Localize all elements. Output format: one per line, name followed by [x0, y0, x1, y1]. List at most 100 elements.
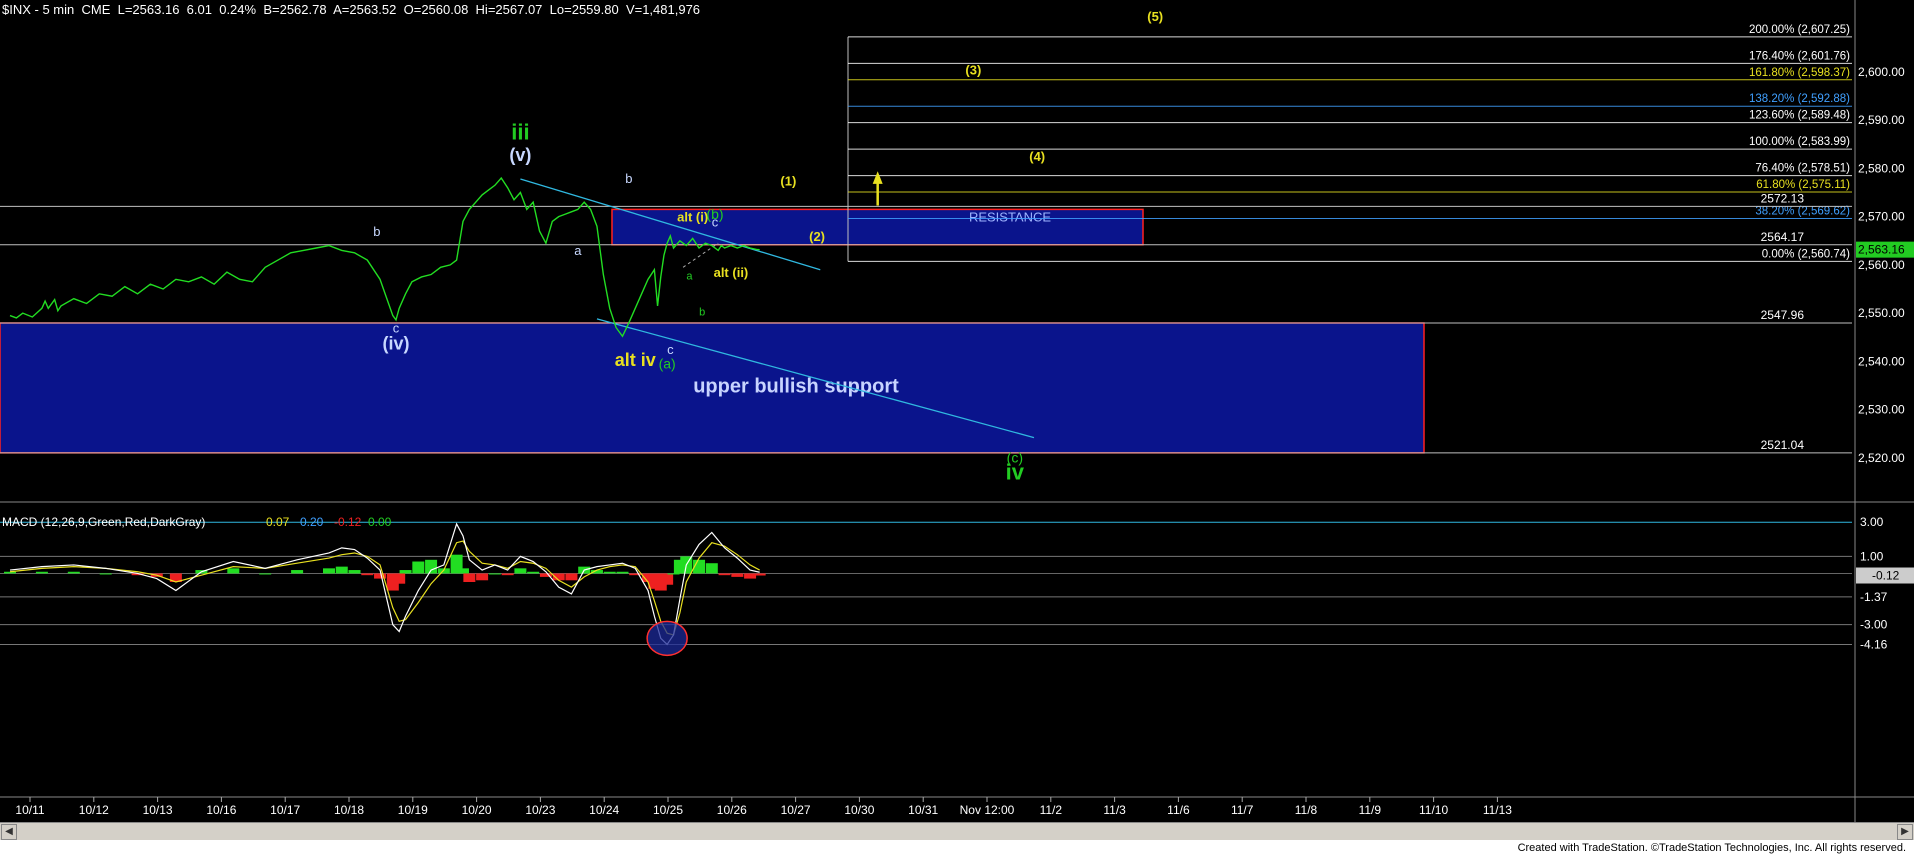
- fib-level-label: 200.00% (2,607.25): [1749, 24, 1850, 36]
- x-axis-tick-label: 10/18: [334, 803, 364, 817]
- x-axis-tick-label: 10/17: [270, 803, 300, 817]
- price-axis-tick: 2,550.00: [1858, 306, 1905, 320]
- x-axis-tick-label: 10/23: [525, 803, 555, 817]
- macd-histogram-bar: [463, 573, 476, 582]
- x-axis-tick-label: 11/13: [1483, 803, 1512, 817]
- fib-level-label: 76.40% (2,578.51): [1755, 163, 1850, 175]
- wave-label: (4): [1029, 149, 1045, 164]
- x-axis-tick-label: 11/8: [1295, 803, 1318, 817]
- horizontal-level-label: 2564.17: [1761, 230, 1805, 244]
- macd-histogram-bar: [501, 573, 514, 576]
- scroll-right-arrow-icon[interactable]: ▶: [1897, 824, 1913, 840]
- wave-label: (5): [1147, 9, 1163, 24]
- wave-label: (b): [706, 206, 723, 222]
- fib-level-label: 176.40% (2,601.76): [1749, 50, 1850, 62]
- high-price: Hi=2567.07: [475, 2, 543, 17]
- horizontal-scrollbar[interactable]: ◀ ▶: [0, 822, 1914, 841]
- wave-label: alt (i): [677, 209, 708, 224]
- wave-label: b: [699, 307, 705, 319]
- x-axis-tick-label: 11/6: [1167, 803, 1190, 817]
- x-axis-tick-label: 10/20: [462, 803, 492, 817]
- price-axis-tick: 2,560.00: [1858, 258, 1905, 272]
- x-axis-tick-label: Nov 12:00: [960, 803, 1015, 817]
- last-price: L=2563.16: [117, 2, 180, 17]
- macd-histogram-bar: [399, 570, 412, 574]
- x-axis-tick-label: 10/24: [589, 803, 619, 817]
- x-axis-tick-label: 10/26: [717, 803, 747, 817]
- chart-canvas[interactable]: RESISTANCE upper bullish support 200.00% (…: [0, 0, 1914, 822]
- price-axis-tick: 2,540.00: [1858, 354, 1905, 368]
- wave-label: iv: [1006, 460, 1025, 485]
- macd-axis-tick: -1.37: [1860, 590, 1888, 604]
- price-axis-tick: 2,600.00: [1858, 65, 1905, 79]
- macd-histogram-bar: [259, 573, 272, 575]
- x-axis-tick-label: 11/9: [1359, 803, 1382, 817]
- macd-histogram-bar: [603, 571, 616, 574]
- horizontal-level-label: 2547.96: [1761, 308, 1805, 322]
- macd-histogram-bar: [99, 573, 112, 575]
- macd-histogram-bar: [227, 568, 240, 574]
- macd-legend-value: -0.12: [334, 515, 362, 529]
- low-price: Lo=2559.80: [549, 2, 619, 17]
- scroll-left-arrow-icon[interactable]: ◀: [1, 824, 17, 840]
- macd-legend-value: 0.07: [266, 515, 290, 529]
- x-axis-tick-label: 10/30: [844, 803, 874, 817]
- chart-root: RESISTANCE upper bullish support 200.00% (…: [0, 0, 1914, 856]
- macd-legend-value: 0.00: [368, 515, 392, 529]
- wave-label: (v): [509, 145, 531, 165]
- x-axis-tick-label: 10/11: [15, 803, 44, 817]
- x-axis-tick-label: 11/3: [1103, 803, 1126, 817]
- zone-label-support: upper bullish support: [693, 376, 899, 398]
- volume: V=1,481,976: [625, 2, 701, 17]
- x-axis-tick-label: 10/16: [206, 803, 236, 817]
- price-axis-tick: 2,520.00: [1858, 451, 1905, 465]
- x-axis-tick-label: 10/31: [908, 803, 938, 817]
- fib-level-label: 161.80% (2,598.37): [1749, 67, 1850, 79]
- x-axis-tick-label: 11/7: [1231, 803, 1254, 817]
- macd-histogram-bar: [514, 568, 527, 574]
- macd-histogram-bar: [616, 571, 629, 574]
- x-axis-tick-label: 10/27: [781, 803, 811, 817]
- macd-histogram-bar: [348, 570, 361, 574]
- symbol-header: $INX - 5 min CME L=2563.16 6.01 0.24% B=…: [2, 2, 700, 17]
- last-price-tag-text: 2,563.16: [1858, 243, 1905, 257]
- macd-histogram-bar: [488, 573, 501, 575]
- credit-text: Created with TradeStation. ©TradeStation…: [1517, 842, 1906, 854]
- wave-label: (3): [965, 62, 981, 77]
- symbol-name: $INX - 5 min: [2, 2, 75, 17]
- x-axis-tick-label: 11/2: [1040, 803, 1063, 817]
- macd-histogram-bar: [667, 573, 680, 575]
- macd-histogram-bar: [661, 573, 674, 585]
- x-axis-tick-label: 10/19: [398, 803, 428, 817]
- x-axis-tick-label: 10/25: [653, 803, 683, 817]
- fib-level-label: 138.20% (2,592.88): [1749, 93, 1850, 105]
- macd-histogram-bar: [731, 573, 744, 577]
- wave-label: b: [373, 224, 380, 239]
- open-price: O=2560.08: [403, 2, 469, 17]
- macd-histogram-bar: [291, 570, 304, 574]
- wave-label: a: [574, 243, 582, 258]
- macd-histogram-bar: [753, 573, 766, 576]
- fib-level-label: 123.60% (2,589.48): [1749, 110, 1850, 122]
- horizontal-level-label: 2521.04: [1761, 438, 1805, 452]
- macd-histogram-bar: [425, 559, 438, 574]
- macd-histogram-bar: [718, 573, 731, 576]
- macd-low-highlight-icon: [646, 620, 688, 657]
- wave-label: iii: [511, 119, 529, 144]
- macd-histogram-bar: [67, 571, 80, 574]
- wave-label: (a): [659, 356, 676, 372]
- exchange: CME: [81, 2, 111, 17]
- macd-axis-tick: 1.00: [1860, 549, 1884, 563]
- wave-label: (iv): [382, 333, 409, 353]
- zone-label-resistance: RESISTANCE: [969, 209, 1051, 224]
- macd-histogram-bar: [527, 571, 540, 574]
- macd-histogram-bar: [705, 563, 718, 574]
- macd-title: MACD (12,26,9,Green,Red,DarkGray): [2, 515, 205, 529]
- bid-price: B=2562.78: [263, 2, 327, 17]
- macd-axis-tick: 3.00: [1860, 515, 1884, 529]
- pct-change: 0.24%: [219, 2, 257, 17]
- macd-histogram-bar: [456, 568, 469, 574]
- price-axis-tick: 2,580.00: [1858, 161, 1905, 175]
- fib-level-label: 0.00% (2,560.74): [1762, 248, 1850, 260]
- macd-histogram-bar: [393, 573, 406, 584]
